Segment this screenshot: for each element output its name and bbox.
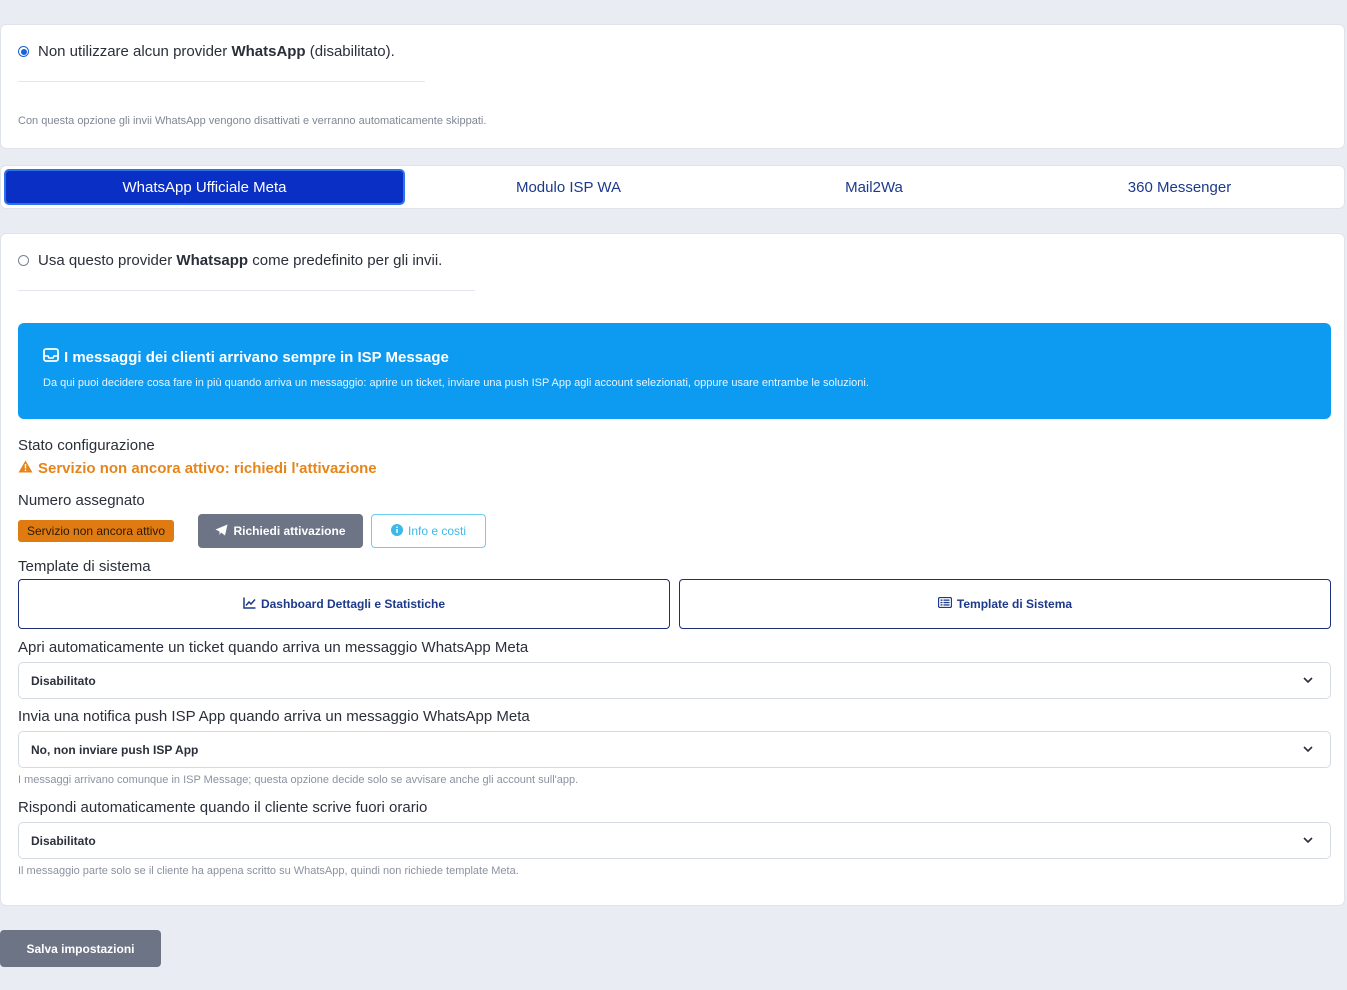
default-provider-radio[interactable] [18,255,29,266]
banner-title: I messaggi dei clienti arrivano sempre i… [43,348,449,366]
number-label: Numero assegnato [18,492,145,509]
status-badge: Servizio non ancora attivo [18,520,175,542]
chevron-down-icon [1303,837,1313,844]
info-circle-icon [390,523,403,539]
templates-label: Template di sistema [18,558,151,575]
push-label: Invia una notifica push ISP App quando a… [18,708,530,725]
dashboard-button[interactable]: Dashboard Dettagli e Statistiche [18,579,670,629]
inbox-icon [43,348,59,366]
paper-plane-icon [215,524,228,539]
disable-provider-label: Non utilizzare alcun provider WhatsApp (… [38,43,395,60]
banner-text: Da qui puoi decidere cosa fare in più qu… [43,377,869,389]
meta-settings-card: Usa questo provider Whatsapp come predef… [0,233,1345,906]
tab-modulo-isp-wa[interactable]: Modulo ISP WA [411,169,726,205]
disable-provider-card: Non utilizzare alcun provider WhatsApp (… [0,24,1345,149]
info-costs-button[interactable]: Info e costi [371,514,486,548]
autoreply-select[interactable]: Disabilitato [18,822,1331,859]
info-banner: I messaggi dei clienti arrivano sempre i… [18,323,1331,419]
ticket-label: Apri automaticamente un ticket quando ar… [18,639,529,656]
provider-tabs: WhatsApp Ufficiale Meta Modulo ISP WA Ma… [0,165,1345,209]
disable-provider-option[interactable]: Non utilizzare alcun provider WhatsApp (… [18,43,395,60]
tab-mail2wa[interactable]: Mail2Wa [726,169,1022,205]
divider [18,81,425,82]
save-settings-button[interactable]: Salva impostazioni [0,930,161,967]
divider [18,290,475,291]
push-select[interactable]: No, non inviare push ISP App [18,731,1331,768]
default-provider-label: Usa questo provider Whatsapp come predef… [38,252,443,269]
autoreply-label: Rispondi automaticamente quando il clien… [18,799,428,816]
line-chart-icon [243,597,256,612]
system-templates-button[interactable]: Template di Sistema [679,579,1331,629]
disable-provider-help: Con questa opzione gli invii WhatsApp ve… [18,115,487,127]
ticket-select[interactable]: Disabilitato [18,662,1331,699]
tab-whatsapp-meta[interactable]: WhatsApp Ufficiale Meta [4,169,405,205]
status-warning: Servizio non ancora attivo: richiedi l'a… [18,460,377,477]
autoreply-help: Il messaggio parte solo se il cliente ha… [18,865,519,877]
chevron-down-icon [1303,677,1313,684]
default-provider-option[interactable]: Usa questo provider Whatsapp come predef… [18,252,442,269]
status-label: Stato configurazione [18,437,155,454]
disable-provider-radio[interactable] [18,46,29,57]
request-activation-button[interactable]: Richiedi attivazione [198,514,363,548]
list-icon [937,596,953,611]
push-help: I messaggi arrivano comunque in ISP Mess… [18,774,579,786]
tab-360-messenger[interactable]: 360 Messenger [1022,169,1337,205]
warning-triangle-icon [18,460,33,477]
chevron-down-icon [1303,746,1313,753]
